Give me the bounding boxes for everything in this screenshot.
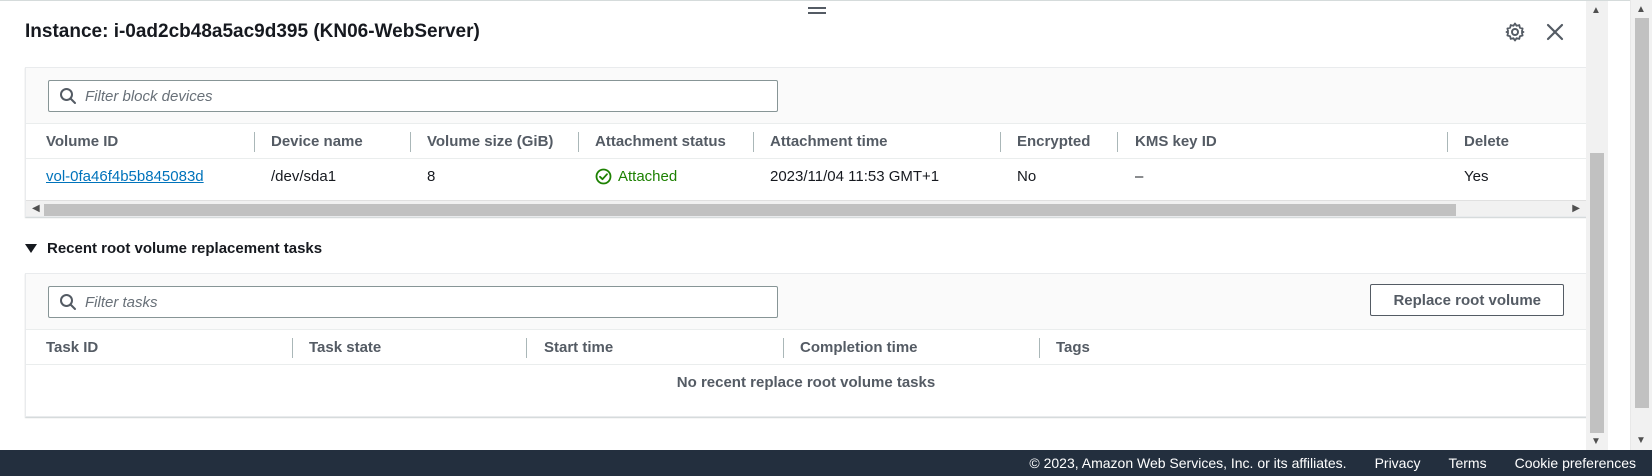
block-devices-table: Volume ID Device name Volume size (GiB) …	[25, 67, 1587, 217]
replacement-tasks-table: Replace root volume Task ID Task state S…	[25, 273, 1587, 417]
attachment-status-cell: Attached	[595, 168, 677, 185]
column-header-tags[interactable]: Tags	[1056, 339, 1090, 356]
close-icon[interactable]	[1544, 21, 1566, 43]
column-header-attachment-status[interactable]: Attachment status	[595, 133, 726, 150]
tasks-table-header: Task ID Task state Start time Completion…	[26, 330, 1586, 365]
delete-on-termination-cell: Yes	[1464, 168, 1489, 185]
scrollbar-thumb[interactable]	[1635, 18, 1649, 408]
scrollbar-thumb[interactable]	[44, 204, 1456, 216]
attachment-status-label: Attached	[618, 168, 678, 185]
scroll-up-icon[interactable]: ▲	[1636, 4, 1646, 15]
attachment-time-cell: 2023/11/04 11:53 GMT+1	[770, 168, 940, 185]
column-header-delete-on-termination[interactable]: Delete	[1464, 133, 1509, 150]
filter-block-devices-input[interactable]	[85, 87, 765, 105]
column-resizer[interactable]	[753, 132, 754, 152]
column-header-task-state[interactable]: Task state	[309, 339, 381, 356]
volume-id-link[interactable]: vol-0fa46f4b5b845083d	[46, 168, 204, 185]
replacement-tasks-header: Replace root volume	[26, 274, 1586, 330]
device-name-cell: /dev/sda1	[271, 168, 337, 185]
filter-block-devices-field[interactable]	[48, 80, 778, 112]
volume-id-cell: vol-0fa46f4b5b845083d	[46, 168, 204, 185]
volume-size-cell: 8	[427, 168, 436, 185]
scroll-right-icon[interactable]: ▶	[1572, 203, 1580, 214]
column-header-start-time[interactable]: Start time	[544, 339, 613, 356]
search-icon	[60, 88, 76, 104]
column-resizer[interactable]	[1000, 132, 1001, 152]
column-resizer[interactable]	[783, 338, 784, 358]
resize-handle[interactable]	[808, 7, 826, 17]
column-header-volume-size[interactable]: Volume size (GiB)	[427, 133, 553, 150]
column-header-kms-key-id[interactable]: KMS key ID	[1135, 133, 1217, 150]
column-resizer[interactable]	[578, 132, 579, 152]
column-resizer[interactable]	[1117, 132, 1118, 152]
scroll-down-icon[interactable]: ▼	[1591, 436, 1601, 447]
filter-tasks-input[interactable]	[85, 293, 765, 311]
column-resizer[interactable]	[410, 132, 411, 152]
scroll-up-icon[interactable]: ▲	[1591, 5, 1601, 16]
replace-root-volume-button[interactable]: Replace root volume	[1370, 284, 1564, 316]
column-resizer[interactable]	[1447, 132, 1448, 152]
page-vertical-scrollbar[interactable]: ▲ ▼	[1630, 0, 1652, 450]
terms-link[interactable]: Terms	[1448, 455, 1486, 471]
check-circle-icon	[595, 168, 612, 185]
scroll-left-icon[interactable]: ◀	[32, 203, 40, 214]
privacy-link[interactable]: Privacy	[1375, 455, 1421, 471]
column-resizer[interactable]	[254, 132, 255, 152]
scrollbar-thumb[interactable]	[1590, 153, 1604, 433]
caret-down-icon	[25, 243, 37, 253]
search-icon	[60, 294, 76, 310]
column-header-attachment-time[interactable]: Attachment time	[770, 133, 888, 150]
section-title: Recent root volume replacement tasks	[47, 240, 323, 257]
panel-title: Instance: i-0ad2cb48a5ac9d395 (KN06-WebS…	[25, 21, 480, 42]
column-resizer[interactable]	[292, 338, 293, 358]
column-header-encrypted[interactable]: Encrypted	[1017, 133, 1090, 150]
block-devices-table-header: Volume ID Device name Volume size (GiB) …	[26, 124, 1586, 159]
encrypted-cell: No	[1017, 168, 1037, 185]
column-header-volume-id[interactable]: Volume ID	[46, 133, 118, 150]
cookie-preferences-link[interactable]: Cookie preferences	[1515, 455, 1636, 471]
kms-key-id-cell: –	[1135, 168, 1144, 185]
horizontal-scrollbar[interactable]: ◀ ▶	[26, 200, 1586, 216]
gear-icon[interactable]	[1504, 21, 1526, 43]
column-resizer[interactable]	[1039, 338, 1040, 358]
panel-actions	[1504, 21, 1566, 43]
panel-vertical-scrollbar[interactable]: ▲ ▼	[1586, 1, 1608, 451]
instance-details-panel: Instance: i-0ad2cb48a5ac9d395 (KN06-WebS…	[0, 0, 1630, 451]
column-header-task-id[interactable]: Task ID	[46, 339, 98, 356]
replacement-tasks-toggle[interactable]: Recent root volume replacement tasks	[25, 240, 322, 257]
column-resizer[interactable]	[526, 338, 527, 358]
empty-state-message: No recent replace root volume tasks	[676, 374, 936, 391]
block-devices-header	[26, 68, 1586, 124]
filter-tasks-field[interactable]	[48, 286, 778, 318]
column-header-device-name[interactable]: Device name	[271, 133, 363, 150]
table-row: vol-0fa46f4b5b845083d /dev/sda1 8 Attach…	[26, 159, 1586, 196]
scroll-down-icon[interactable]: ▼	[1636, 435, 1646, 446]
column-header-completion-time[interactable]: Completion time	[800, 339, 918, 356]
footer: © 2023, Amazon Web Services, Inc. or its…	[0, 450, 1652, 476]
copyright-text: © 2023, Amazon Web Services, Inc. or its…	[1029, 455, 1347, 471]
